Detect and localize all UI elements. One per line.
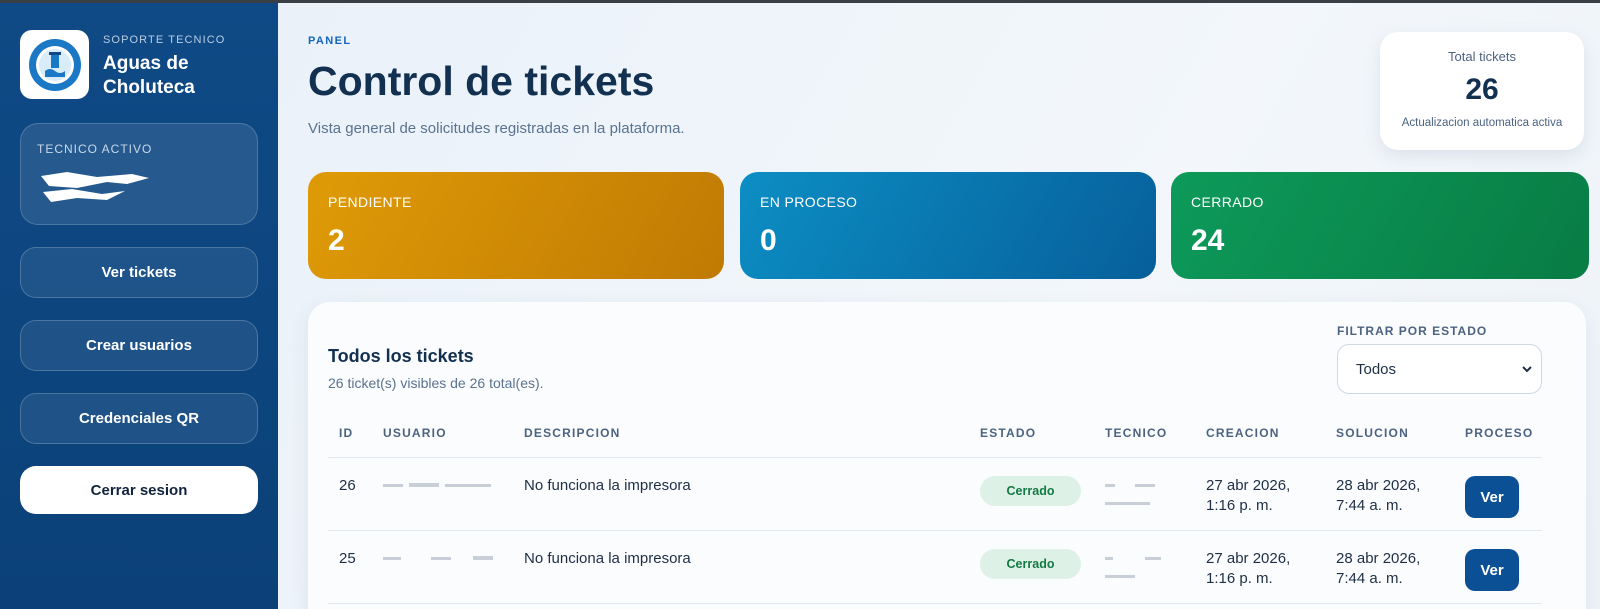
status-badge: Cerrado xyxy=(980,476,1081,506)
solucion-hora: 7:44 a. m. xyxy=(1336,497,1403,514)
status-filter-select[interactable]: Todos xyxy=(1337,344,1542,394)
creacion-fecha: 27 abr 2026, xyxy=(1206,550,1291,567)
ticket-solucion: 28 abr 2026, 7:44 a. m. xyxy=(1336,549,1420,589)
tecnico-redacted xyxy=(1105,484,1155,505)
stat-label: EN PROCESO xyxy=(760,194,858,210)
nav-credenciales-qr-button[interactable]: Credenciales QR xyxy=(20,393,258,444)
usuario-redacted xyxy=(383,483,491,487)
column-header-estado: ESTADO xyxy=(980,426,1037,440)
column-header-usuario: USUARIO xyxy=(383,426,447,440)
ver-ticket-button[interactable]: Ver xyxy=(1465,476,1519,518)
brand-kicker: SOPORTE TECNICO xyxy=(103,34,226,46)
tickets-count-text: 26 ticket(s) visibles de 26 total(es). xyxy=(328,375,544,391)
column-header-tecnico: TECNICO xyxy=(1105,426,1168,440)
ticket-id: 26 xyxy=(339,477,356,494)
stat-card-pendiente: PENDIENTE 2 xyxy=(308,172,724,279)
creacion-hora: 1:16 p. m. xyxy=(1206,497,1273,514)
creacion-fecha: 27 abr 2026, xyxy=(1206,477,1291,494)
creacion-hora: 1:16 p. m. xyxy=(1206,570,1273,587)
status-filter-value: Todos xyxy=(1356,360,1397,378)
tickets-panel: Todos los tickets 26 ticket(s) visibles … xyxy=(308,302,1586,609)
tecnico-redacted xyxy=(1105,557,1161,578)
ticket-creacion: 27 abr 2026, 1:16 p. m. xyxy=(1206,476,1290,516)
ticket-creacion: 27 abr 2026, 1:16 p. m. xyxy=(1206,549,1290,589)
ticket-id: 25 xyxy=(339,550,356,567)
ticket-solucion: 28 abr 2026, 7:44 a. m. xyxy=(1336,476,1420,516)
solucion-hora: 7:44 a. m. xyxy=(1336,570,1403,587)
active-technician-card: TECNICO ACTIVO xyxy=(20,123,258,225)
active-technician-label: TECNICO ACTIVO xyxy=(37,142,153,156)
column-header-solucion: SOLUCION xyxy=(1336,426,1409,440)
chevron-down-icon xyxy=(1522,366,1532,373)
main-content: PANEL Control de tickets Vista general d… xyxy=(278,0,1600,609)
stat-card-en-proceso: EN PROCESO 0 xyxy=(740,172,1156,279)
stat-label: PENDIENTE xyxy=(328,194,412,210)
stat-value: 0 xyxy=(760,224,777,257)
stat-value: 2 xyxy=(328,224,345,257)
page-title: Control de tickets xyxy=(308,58,655,104)
stat-card-cerrado: CERRADO 24 xyxy=(1171,172,1589,279)
table-row: 26 No funciona la impresora Cerrado 27 a… xyxy=(328,458,1542,531)
tickets-panel-title: Todos los tickets xyxy=(328,346,474,366)
nav-ver-tickets-button[interactable]: Ver tickets xyxy=(20,247,258,298)
stat-value: 24 xyxy=(1191,224,1225,257)
column-header-descripcion: DESCRIPCION xyxy=(524,426,621,440)
column-header-proceso: PROCESO xyxy=(1465,426,1534,440)
page-kicker: PANEL xyxy=(308,35,352,47)
column-header-id: ID xyxy=(339,426,354,440)
status-filter-label: FILTRAR POR ESTADO xyxy=(1337,324,1488,338)
total-tickets-card: Total tickets 26 Actualizacion automatic… xyxy=(1380,32,1584,150)
sidebar: SOPORTE TECNICO Aguas de Choluteca TECNI… xyxy=(0,0,278,609)
total-tickets-label: Total tickets xyxy=(1448,49,1516,64)
brand-name: Aguas de Choluteca xyxy=(103,53,195,98)
active-technician-name-redacted xyxy=(37,168,152,206)
total-tickets-value: 26 xyxy=(1465,73,1499,106)
ticket-descripcion: No funciona la impresora xyxy=(524,550,691,567)
window-top-border xyxy=(0,0,1600,3)
status-badge: Cerrado xyxy=(980,549,1081,579)
auto-refresh-note: Actualizacion automatica activa xyxy=(1401,117,1563,129)
solucion-fecha: 28 abr 2026, xyxy=(1336,550,1421,567)
stat-label: CERRADO xyxy=(1191,194,1264,210)
page-subtitle: Vista general de solicitudes registradas… xyxy=(308,120,685,137)
ticket-descripcion: No funciona la impresora xyxy=(524,477,691,494)
nav-crear-usuarios-button[interactable]: Crear usuarios xyxy=(20,320,258,371)
column-header-creacion: CREACION xyxy=(1206,426,1280,440)
ver-ticket-button[interactable]: Ver xyxy=(1465,549,1519,591)
brand: SOPORTE TECNICO Aguas de Choluteca xyxy=(20,30,258,100)
usuario-redacted xyxy=(383,556,493,560)
brand-logo-icon xyxy=(20,30,89,99)
solucion-fecha: 28 abr 2026, xyxy=(1336,477,1421,494)
tickets-table-header: ID USUARIO DESCRIPCION ESTADO TECNICO CR… xyxy=(328,420,1542,458)
table-row: 25 No funciona la impresora Cerrado 27 a… xyxy=(328,531,1542,604)
logout-button[interactable]: Cerrar sesion xyxy=(20,466,258,514)
